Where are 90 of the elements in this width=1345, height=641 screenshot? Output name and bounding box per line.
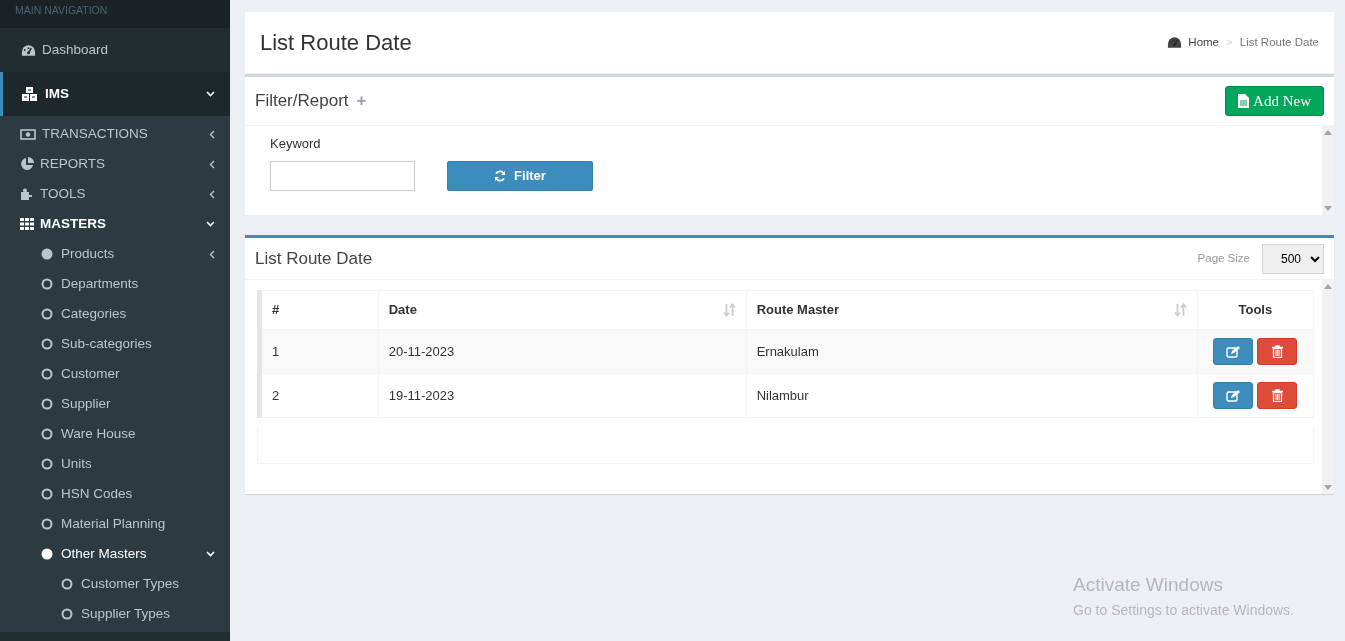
column-title: Route Master (756, 301, 839, 320)
scroll-up-icon[interactable] (1324, 284, 1332, 289)
circle-icon (41, 518, 53, 530)
panel-title: Filter/Report (255, 90, 349, 113)
puzzle-icon (20, 187, 34, 201)
breadcrumb-current: List Route Date (1239, 34, 1319, 50)
scroll-down-icon[interactable] (1324, 485, 1332, 490)
menu-item[interactable]: HSN Codes (0, 479, 230, 509)
money-icon (20, 128, 36, 140)
edit-button[interactable] (1213, 338, 1254, 365)
table-cell: 2 (259, 373, 379, 418)
cubes-icon (21, 86, 39, 102)
filter-button[interactable]: Filter (447, 161, 593, 191)
circle-icon (41, 548, 53, 560)
menu-item[interactable]: Supplier (0, 389, 230, 419)
dashboard-icon (21, 43, 36, 57)
pie-chart-icon (20, 157, 34, 171)
menu-item[interactable]: IMS (0, 72, 230, 116)
circle-icon (41, 248, 53, 260)
circle-icon (41, 458, 53, 470)
table-cell: 19-11-2023 (378, 373, 747, 418)
scrollbar[interactable] (1322, 280, 1334, 494)
chevron-down-icon (206, 91, 215, 97)
circle-icon (41, 428, 53, 440)
scrollbar[interactable] (1322, 126, 1334, 215)
sort-icon[interactable] (1173, 303, 1187, 317)
keyword-field[interactable] (270, 161, 415, 191)
dashboard-icon (1167, 36, 1183, 49)
column-title: Date (388, 301, 417, 320)
document-icon (1238, 94, 1250, 108)
page-size-select[interactable]: 500 (1262, 243, 1324, 274)
menu-item[interactable]: Departments (0, 269, 230, 299)
menu-item[interactable]: Material Planning (0, 509, 230, 539)
activation-title: Activate Windows (1073, 573, 1224, 597)
column-title: # (272, 301, 280, 320)
chevron-down-icon (206, 221, 215, 227)
menu-item[interactable]: Units (0, 449, 230, 479)
menu-item[interactable]: REPORTS (0, 149, 230, 179)
scroll-down-icon[interactable] (1324, 206, 1332, 211)
sidebar-header: MAIN NAVIGATION (0, 0, 230, 28)
keyword-label: Keyword (270, 134, 322, 153)
menu-item[interactable]: Products (0, 239, 230, 269)
delete-button[interactable] (1257, 382, 1298, 409)
table-cell: 20-11-2023 (378, 329, 747, 374)
table-cell: Nilambur (746, 373, 1198, 418)
column-header[interactable]: Date (378, 290, 747, 330)
menu-item[interactable]: TOOLS (0, 179, 230, 209)
menu-item[interactable]: Ware House (0, 419, 230, 449)
circle-icon (61, 578, 73, 590)
chevron-left-icon (209, 189, 215, 199)
activation-message: Go to Settings to activate Windows. (1073, 600, 1294, 620)
menu-item[interactable]: Sub-categories (0, 329, 230, 359)
menu-item[interactable]: Categories (0, 299, 230, 329)
chevron-left-icon (209, 249, 215, 259)
breadcrumb-link[interactable]: Home (1167, 33, 1219, 52)
panel-title: List Route Date (255, 247, 373, 270)
menu-item[interactable]: Other Masters (0, 539, 230, 569)
circle-icon (41, 488, 53, 500)
sort-icon[interactable] (722, 303, 736, 317)
menu-item[interactable]: Supplier Types (0, 599, 230, 629)
chevron-left-icon (209, 159, 215, 169)
edit-icon (1226, 345, 1241, 358)
circle-icon (41, 368, 53, 380)
menu-item[interactable]: MASTERS (0, 209, 230, 239)
trash-icon (1271, 345, 1283, 358)
circle-icon (61, 608, 73, 620)
menu-item[interactable]: Dashboard (0, 28, 230, 72)
circle-icon (41, 398, 53, 410)
chevron-down-icon (206, 551, 215, 557)
grid-icon (20, 218, 34, 230)
refresh-icon (494, 170, 507, 182)
circle-icon (41, 308, 53, 320)
breadcrumb-separator: > (1226, 34, 1233, 50)
page-title: List Route Date (260, 29, 412, 57)
circle-icon (41, 338, 53, 350)
delete-button[interactable] (1257, 338, 1298, 365)
edit-button[interactable] (1213, 382, 1254, 409)
edit-icon (1226, 389, 1241, 402)
column-header[interactable]: Route Master (746, 290, 1198, 330)
circle-icon (41, 278, 53, 290)
menu-item[interactable]: Customer Types (0, 569, 230, 599)
menu-item[interactable]: Customer (0, 359, 230, 389)
table-cell: 1 (259, 329, 379, 374)
column-title: Tools (1238, 301, 1273, 320)
page-size-label: Page Size (1197, 250, 1250, 266)
table-cell: Ernakulam (746, 329, 1198, 374)
menu-item[interactable]: TRANSACTIONS (0, 119, 230, 149)
trash-icon (1271, 389, 1283, 402)
scroll-up-icon[interactable] (1324, 130, 1332, 135)
chevron-left-icon (209, 129, 215, 139)
